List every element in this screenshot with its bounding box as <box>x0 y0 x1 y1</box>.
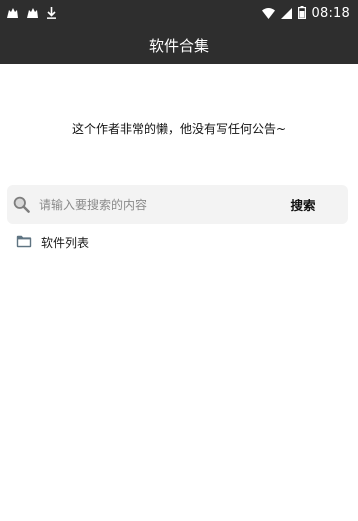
android-icon <box>26 4 39 23</box>
status-bar-notifications <box>6 4 57 23</box>
list-item-label: 软件列表 <box>41 235 90 250</box>
announcement-text: 这个作者非常的懒，他没有写任何公告~ <box>71 122 287 136</box>
folder-icon <box>16 233 32 252</box>
battery-icon <box>297 4 306 23</box>
list-item-software-list[interactable]: 软件列表 <box>16 232 89 252</box>
android-icon <box>6 4 19 23</box>
search-icon <box>12 196 30 214</box>
clock: 08:18 <box>311 5 350 21</box>
status-bar-system: 08:18 <box>261 4 350 23</box>
signal-icon <box>280 4 292 23</box>
search-button[interactable]: 搜索 <box>278 195 328 214</box>
download-icon <box>46 4 57 23</box>
status-bar: 08:18 <box>0 0 358 26</box>
page-title: 软件合集 <box>148 36 209 55</box>
app-header: 软件合集 <box>0 26 358 64</box>
search-input[interactable] <box>39 194 278 215</box>
wifi-icon <box>261 4 275 23</box>
search-bar: 搜索 <box>7 185 348 224</box>
